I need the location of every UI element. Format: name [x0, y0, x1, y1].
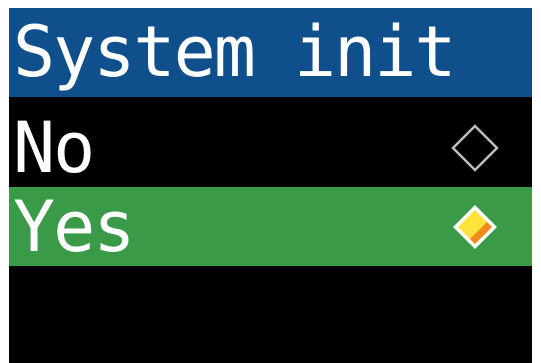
- title-bar: System init: [9, 8, 532, 97]
- diamond-outline-icon: [451, 124, 499, 172]
- device-screen: System init No Yes: [9, 8, 532, 363]
- menu-item-label: Yes: [13, 186, 135, 268]
- menu-item-label: No: [13, 107, 95, 189]
- menu-item-no[interactable]: No: [9, 108, 532, 187]
- diamond-filled-icon: [453, 205, 497, 249]
- menu-item-yes[interactable]: Yes: [9, 187, 532, 266]
- screen-title: System init: [13, 11, 457, 93]
